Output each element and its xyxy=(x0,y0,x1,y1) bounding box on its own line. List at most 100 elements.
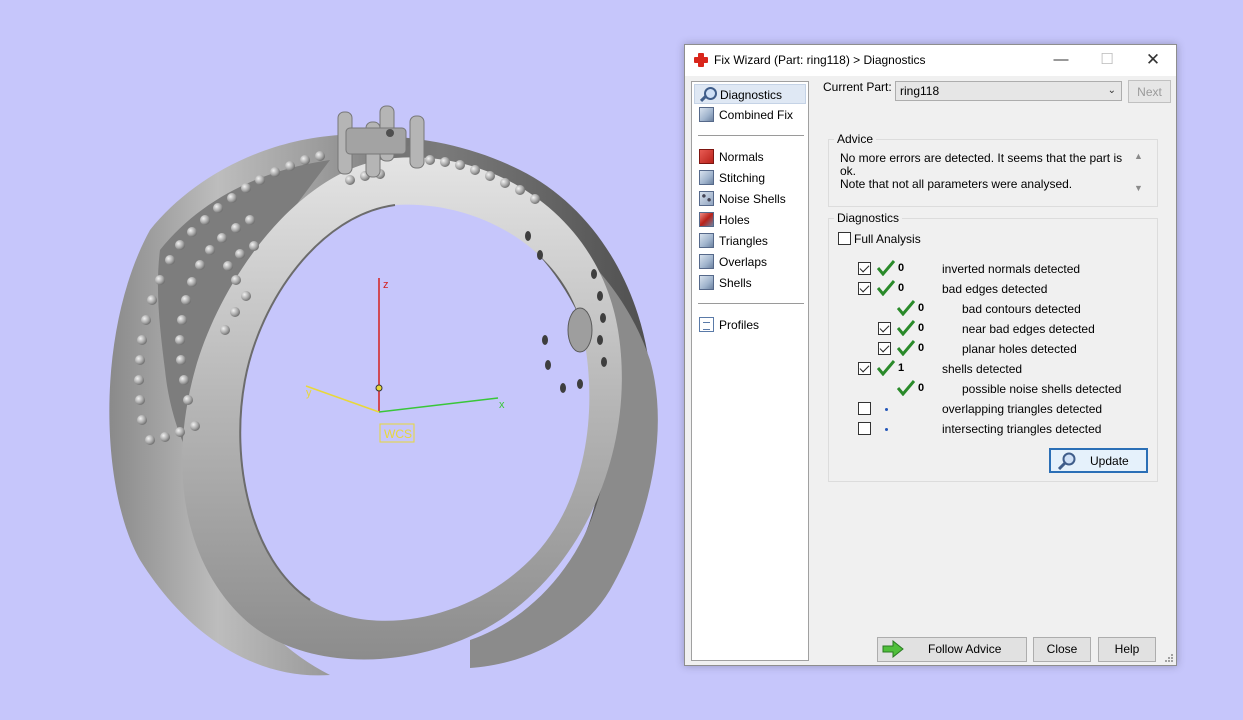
title-bar[interactable]: Fix Wizard (Part: ring118) > Diagnostics… xyxy=(685,45,1176,76)
sidebar-item-shells[interactable]: Shells xyxy=(694,273,806,293)
axis-x-label: x xyxy=(499,399,505,411)
holes-cube-icon xyxy=(699,212,714,227)
scroll-up-icon[interactable]: ▲ xyxy=(1134,151,1143,161)
pending-dot-icon xyxy=(885,408,888,411)
sidebar-item-normals[interactable]: Normals xyxy=(694,147,806,167)
advice-scrollbar[interactable]: ▲ ▼ xyxy=(1131,151,1146,197)
intersecting-triangles-checkbox[interactable] xyxy=(858,422,871,435)
help-button[interactable]: Help xyxy=(1098,637,1156,662)
next-button[interactable]: Next xyxy=(1128,80,1171,103)
window-title: Fix Wizard (Part: ring118) > Diagnostics xyxy=(714,53,926,67)
cube-icon xyxy=(699,254,714,269)
noise-shells-icon xyxy=(699,191,714,206)
cube-icon xyxy=(699,233,714,248)
close-window-button[interactable]: ✕ xyxy=(1130,45,1176,76)
advice-text: No more errors are detected. It seems th… xyxy=(840,152,1130,191)
sidebar-item-label: Diagnostics xyxy=(720,88,783,102)
magnifier-icon xyxy=(700,87,717,102)
sidebar-item-label: Holes xyxy=(719,213,750,227)
diagnostics-group-title: Diagnostics xyxy=(834,211,903,225)
document-icon xyxy=(699,317,714,332)
inverted-normals-count: 0 xyxy=(898,262,905,274)
sidebar-item-label: Normals xyxy=(719,150,764,164)
sidebar-item-overlaps[interactable]: Overlaps xyxy=(694,252,806,272)
sidebar-item-triangles[interactable]: Triangles xyxy=(694,231,806,251)
resize-grip-icon[interactable] xyxy=(1164,653,1174,663)
noise-shells-count: 0 xyxy=(918,382,925,394)
sidebar-item-label: Noise Shells xyxy=(719,192,786,206)
follow-advice-label: Follow Advice xyxy=(928,642,1002,656)
close-button[interactable]: Close xyxy=(1033,637,1091,662)
update-button[interactable]: Update xyxy=(1049,448,1148,473)
green-check-icon xyxy=(897,300,915,316)
shells-count: 1 xyxy=(898,362,905,374)
planar-holes-count: 0 xyxy=(918,342,925,354)
full-analysis-label: Full Analysis xyxy=(854,232,921,246)
current-part-value: ring118 xyxy=(900,84,940,98)
sidebar-item-holes[interactable]: Holes xyxy=(694,210,806,230)
axis-y-label: y xyxy=(306,387,312,399)
sidebar-item-label: Combined Fix xyxy=(719,108,794,122)
sidebar-item-diagnostics[interactable]: Diagnostics xyxy=(694,84,806,104)
magnifier-icon xyxy=(1057,452,1076,470)
current-part-select[interactable]: ring118 ⌄ xyxy=(895,81,1122,101)
shells-checkbox[interactable] xyxy=(858,362,871,375)
advice-line-1: No more errors are detected. It seems th… xyxy=(840,151,1123,178)
cube-icon xyxy=(699,275,714,290)
planar-holes-checkbox[interactable] xyxy=(878,342,891,355)
overlapping-triangles-label: overlapping triangles detected xyxy=(942,402,1103,416)
sidebar-item-stitching[interactable]: Stitching xyxy=(694,168,806,188)
intersecting-triangles-label: intersecting triangles detected xyxy=(942,422,1102,436)
scroll-down-icon[interactable]: ▼ xyxy=(1134,183,1143,193)
update-button-label: Update xyxy=(1090,454,1129,468)
bad-contours-label: bad contours detected xyxy=(962,302,1081,316)
green-check-icon xyxy=(897,380,915,396)
inverted-normals-checkbox[interactable] xyxy=(858,262,871,275)
advice-line-2: Note that not all parameters were analys… xyxy=(840,177,1073,191)
wcs-label: WCS xyxy=(384,427,412,441)
planar-holes-label: planar holes detected xyxy=(962,342,1077,356)
green-arrow-icon xyxy=(882,640,904,658)
overlapping-triangles-checkbox[interactable] xyxy=(858,402,871,415)
near-bad-edges-checkbox[interactable] xyxy=(878,322,891,335)
sidebar-item-combined-fix[interactable]: Combined Fix xyxy=(694,105,806,125)
follow-advice-button[interactable]: Follow Advice xyxy=(877,637,1027,662)
bad-edges-label: bad edges detected xyxy=(942,282,1048,296)
sidebar-item-label: Shells xyxy=(719,276,752,290)
sidebar: Diagnostics Combined Fix Normals Stitchi… xyxy=(691,81,809,661)
maximize-button[interactable]: ☐ xyxy=(1084,45,1130,76)
green-check-icon xyxy=(877,280,895,296)
current-part-label: Current Part: xyxy=(823,80,892,94)
bad-edges-count: 0 xyxy=(898,282,905,294)
sidebar-item-label: Triangles xyxy=(719,234,768,248)
normals-cube-icon xyxy=(699,149,714,164)
sidebar-item-profiles[interactable]: Profiles xyxy=(694,315,806,335)
sidebar-item-label: Profiles xyxy=(719,318,760,332)
3d-viewport[interactable]: z x y WCS xyxy=(0,0,680,720)
chevron-down-icon: ⌄ xyxy=(1107,85,1116,96)
bad-edges-checkbox[interactable] xyxy=(858,282,871,295)
shells-label: shells detected xyxy=(942,362,1023,376)
ring-model: z x y WCS xyxy=(109,105,658,676)
green-check-icon xyxy=(877,260,895,276)
minimize-button[interactable]: — xyxy=(1038,45,1084,76)
near-bad-edges-count: 0 xyxy=(918,322,925,334)
sidebar-item-noise-shells[interactable]: Noise Shells xyxy=(694,189,806,209)
near-bad-edges-label: near bad edges detected xyxy=(962,322,1095,336)
cube-icon xyxy=(699,170,714,185)
red-cross-app-icon xyxy=(694,53,708,67)
full-analysis-checkbox[interactable] xyxy=(838,232,851,245)
sidebar-item-label: Overlaps xyxy=(719,255,768,269)
bad-contours-count: 0 xyxy=(918,302,925,314)
sidebar-divider xyxy=(698,135,804,136)
green-check-icon xyxy=(877,360,895,376)
inverted-normals-label: inverted normals detected xyxy=(942,262,1081,276)
pending-dot-icon xyxy=(885,428,888,431)
advice-group-title: Advice xyxy=(834,132,877,146)
sidebar-item-label: Stitching xyxy=(719,171,766,185)
fix-wizard-window: Fix Wizard (Part: ring118) > Diagnostics… xyxy=(684,44,1177,666)
green-check-icon xyxy=(897,320,915,336)
cube-icon xyxy=(699,107,714,122)
noise-shells-label: possible noise shells detected xyxy=(962,382,1122,396)
green-check-icon xyxy=(897,340,915,356)
